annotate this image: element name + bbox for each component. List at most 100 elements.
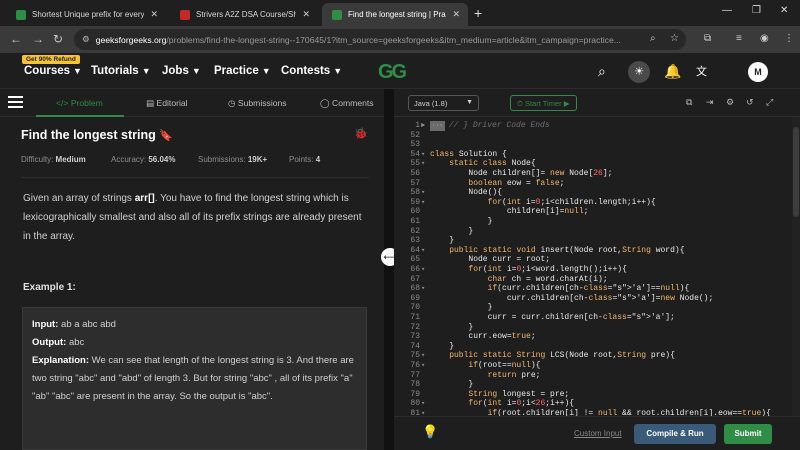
settings-gear-icon[interactable]: ⚙ [726,97,734,108]
search-icon[interactable]: ⌕ [598,63,606,80]
code-line[interactable]: 78 } [394,380,800,390]
translate-icon[interactable]: 文 [696,63,707,79]
nav-jobs[interactable]: Jobs ▼ [162,65,201,77]
profile-icon[interactable]: ◉ [760,33,769,44]
zoom-icon[interactable]: ⌕ [650,33,656,44]
fold-toggle-icon[interactable]: ▾ [421,198,425,208]
import-file-icon[interactable]: ⇥ [706,97,714,108]
code-line[interactable]: 62 } [394,227,800,237]
tab-submissions[interactable]: ◷ Submissions [228,98,287,109]
url-field[interactable]: ⚙ geeksforgeeks.org/problems/find-the-lo… [74,29,686,50]
gfg-favicon-icon [16,9,26,20]
code-line[interactable]: 52 [394,131,800,141]
browser-tab-1[interactable]: Shortest Unique prefix for every ✕ [6,3,166,26]
site-info-icon[interactable]: ⚙ [82,34,90,45]
submit-button[interactable]: Submit [724,424,772,444]
code-line[interactable]: 69 curr.children[ch-class="s">'a']=new N… [394,294,800,304]
fold-toggle-icon[interactable]: ► [421,121,425,131]
browser-tab-2[interactable]: Strivers A2Z DSA Course/Sheet - ✕ [170,3,318,26]
code-line[interactable]: 64 ▾ public static void insert(Node root,… [394,246,800,256]
code-line[interactable]: 79 String longest = pre; [394,390,800,400]
copy-icon[interactable]: ⧉ [686,97,692,108]
fullscreen-icon[interactable]: ⤢ [766,97,773,108]
fold-toggle-icon[interactable]: ▾ [421,409,425,416]
fold-toggle-icon[interactable]: ▾ [421,351,425,361]
browser-tab-3-active[interactable]: Find the longest string | Practice ✕ [322,3,468,26]
compile-run-button[interactable]: Compile & Run [634,424,716,444]
close-tab-icon[interactable]: ✕ [452,9,460,20]
user-avatar[interactable]: M [748,62,768,82]
code-line[interactable]: 59 ▾ for(int i=0;i<children.length;i++){ [394,198,800,208]
gfg-logo[interactable]: GG [378,61,407,84]
custom-input-toggle[interactable]: Custom Input [574,429,622,438]
code-line[interactable]: 76 ▾ if(root==null){ [394,361,800,371]
close-tab-icon[interactable]: ✕ [302,9,310,20]
code-line[interactable]: 77 return pre; [394,371,800,381]
tab-comments[interactable]: ◯ Comments [320,98,374,109]
fold-toggle-icon[interactable]: ▾ [421,188,425,198]
theme-toggle-icon[interactable]: ☀ [628,61,650,83]
menu-kebab-icon[interactable]: ⋮ [784,33,794,44]
code-line[interactable]: 67 char ch = word.charAt(i); [394,275,800,285]
reset-icon[interactable]: ↺ [746,97,754,108]
fold-toggle-icon[interactable]: ▾ [421,284,425,294]
hint-lightbulb-icon[interactable]: 💡 [422,424,438,440]
extensions-icon[interactable]: ⧉ [704,33,711,44]
code-line[interactable]: 75 ▾ public static String LCS(Node root,S… [394,351,800,361]
new-tab-button[interactable]: + [474,5,482,21]
fold-toggle-icon[interactable]: ▾ [421,399,425,409]
fold-toggle-icon[interactable]: ▾ [421,361,425,371]
bookmark-icon[interactable]: 🔖 [159,130,173,142]
code-line[interactable]: 57 boolean eow = false; [394,179,800,189]
code-line[interactable]: 81 ▾ if(root.children[i] != null && root.… [394,409,800,416]
minimize-icon[interactable]: — [722,5,732,16]
code-line[interactable]: 61 } [394,217,800,227]
line-number: 52 [410,130,420,140]
code-line[interactable]: 65 Node curr = root; [394,255,800,265]
tab-problem[interactable]: </> Problem [56,98,103,108]
maximize-icon[interactable]: ❐ [752,5,761,16]
code-line[interactable]: 70 } [394,303,800,313]
nav-contests[interactable]: Contests ▼ [281,65,342,77]
code-line[interactable]: 63 } [394,236,800,246]
promo-badge[interactable]: Get 90% Refund [22,55,80,64]
tab-editorial[interactable]: ▤ Editorial [146,98,188,109]
code-line[interactable]: 68 ▾ if(curr.children[ch-class="s">'a']==… [394,284,800,294]
code-line[interactable]: 72 } [394,323,800,333]
code-line[interactable]: 53 [394,140,800,150]
code-line[interactable]: 71 curr = curr.children[ch-class="s">'a'… [394,313,800,323]
code-line[interactable]: 1 ► ···// } Driver Code Ends [394,121,800,131]
back-icon[interactable]: ← [10,32,22,46]
media-icon[interactable]: ≡ [736,33,742,44]
nav-tutorials[interactable]: Tutorials ▼ [91,65,151,77]
code-line[interactable]: 80 ▾ for(int i=0;i<26;i++){ [394,399,800,409]
report-bug-icon[interactable]: 🐞 [354,127,368,140]
start-timer-button[interactable]: ⏱ Start Timer ▶ [510,95,577,111]
code-line[interactable]: 73 curr.eow=true; [394,332,800,342]
close-window-icon[interactable]: ✕ [780,5,788,16]
code-line[interactable]: 66 ▾ for(int i=0;i<word.length();i++){ [394,265,800,275]
code-editor[interactable]: 1 ► ···// } Driver Code Ends 52 53 54 ▾ class S… [394,117,800,416]
line-number: 71 [410,313,420,322]
code-line[interactable]: 56 Node children[]= new Node[26]; [394,169,800,179]
code-line[interactable]: 58 ▾ Node(){ [394,188,800,198]
fold-toggle-icon[interactable]: ▾ [421,246,425,256]
hamburger-menu-icon[interactable] [8,96,23,108]
panel-splitter[interactable] [384,89,394,450]
fold-toggle-icon[interactable]: ▾ [421,159,425,169]
reload-icon[interactable]: ↻ [53,32,63,46]
nav-practice[interactable]: Practice ▼ [214,65,271,77]
code-line[interactable]: 55 ▾ static class Node{ [394,159,800,169]
fold-toggle-icon[interactable]: ▾ [421,150,425,160]
language-select[interactable]: Java (1.8) ▼ [408,95,479,111]
line-number: 63 [410,236,420,246]
fold-toggle-icon[interactable]: ▾ [421,265,425,275]
bookmark-star-icon[interactable]: ☆ [670,33,679,44]
forward-icon[interactable]: → [32,32,44,46]
code-line[interactable]: 74 } [394,342,800,352]
code-line[interactable]: 60 children[i]=null; [394,207,800,217]
notification-bell-icon[interactable]: 🔔 [664,63,681,80]
code-line[interactable]: 54 ▾ class Solution { [394,150,800,160]
nav-courses[interactable]: Courses ▼ [24,65,82,77]
close-tab-icon[interactable]: ✕ [150,9,158,20]
